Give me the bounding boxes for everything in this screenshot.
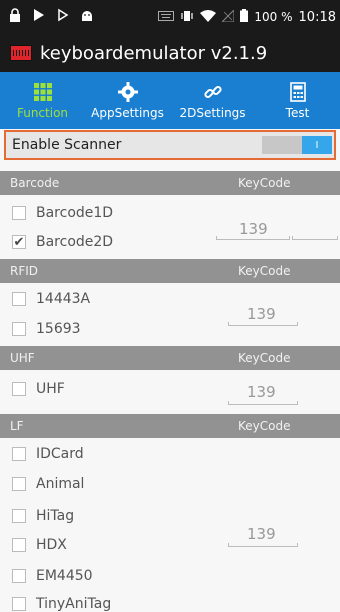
battery-icon (240, 9, 249, 25)
toggle-thumb: I (302, 136, 332, 154)
checkbox-box (12, 538, 26, 552)
uhf-section-header: UHF KeyCode (0, 346, 340, 370)
checkbox-box (12, 597, 26, 611)
lf-keycode-value: 139 (247, 525, 276, 543)
app-title: keyboardemulator v2.1.9 (40, 42, 268, 64)
tab-test[interactable]: Test (255, 72, 340, 129)
clock: 10:18 (298, 9, 336, 25)
lf-keycode-label: KeyCode (238, 419, 291, 433)
tab-function-label: Function (16, 105, 69, 120)
enable-scanner-row: Enable Scanner I (4, 130, 336, 160)
uhf-section-title: UHF (10, 351, 35, 365)
lock-icon (8, 8, 22, 26)
barcode-section-header: Barcode KeyCode (0, 171, 340, 195)
checkbox-box (12, 322, 26, 336)
barcode2d-checkbox[interactable]: ✔ Barcode2D (12, 234, 113, 250)
rfid-14443a-label: 14443A (36, 291, 91, 307)
barcode-section-title: Barcode (10, 176, 60, 190)
wifi-icon (200, 9, 217, 25)
barcode1d-label: Barcode1D (36, 205, 114, 221)
lf-idcard-label: IDCard (36, 446, 84, 462)
rfid-15693-checkbox[interactable]: 15693 (12, 321, 81, 337)
checkmark-icon: ✔ (12, 234, 26, 250)
barcode-keycode-input[interactable] (216, 236, 290, 240)
rfid-14443a-checkbox[interactable]: 14443A (12, 291, 90, 307)
vibrate-icon (180, 10, 194, 25)
link-icon (203, 82, 223, 102)
lf-idcard-checkbox[interactable]: IDCard (12, 446, 84, 462)
status-icons-right: 100 % 10:18 (158, 8, 340, 25)
lf-hdx-checkbox[interactable]: HDX (12, 537, 67, 553)
checkbox-box (12, 477, 26, 491)
checkbox-box (12, 509, 26, 523)
app-bar: keyboardemulator v2.1.9 (0, 34, 340, 72)
lf-em4450-label: EM4450 (36, 568, 93, 584)
lf-tinyanitag-label: TinyAniTag (36, 596, 112, 612)
barcode-keycode-input-2[interactable] (292, 236, 338, 240)
rfid-section-title: RFID (10, 264, 39, 278)
play-store-icon (32, 8, 46, 26)
lf-hitag-label: HiTag (36, 508, 75, 524)
barcode-logo-icon (10, 45, 32, 61)
uhf-checkbox[interactable]: UHF (12, 381, 65, 397)
lf-em4450-checkbox[interactable]: EM4450 (12, 568, 93, 584)
lf-tinyanitag-checkbox[interactable]: TinyAniTag (12, 596, 111, 612)
uhf-label: UHF (36, 381, 65, 397)
checkbox-box (12, 382, 26, 396)
uhf-keycode-input[interactable] (228, 401, 298, 405)
lf-keycode-input[interactable] (228, 543, 298, 547)
rfid-keycode-value: 139 (247, 305, 276, 323)
enable-scanner-toggle[interactable]: I (262, 136, 332, 154)
uhf-keycode-value: 139 (247, 383, 276, 401)
tab-appsettings-label: AppSettings (91, 105, 164, 120)
status-icons-left (0, 8, 94, 26)
checkbox-box (12, 292, 26, 306)
lf-animal-label: Animal (36, 476, 85, 492)
lf-animal-checkbox[interactable]: Animal (12, 476, 84, 492)
signal-icon (221, 8, 235, 25)
android-icon (80, 8, 94, 26)
checkbox-box (12, 447, 26, 461)
tab-2dsettings-label: 2DSettings (179, 105, 246, 120)
barcode1d-checkbox[interactable]: Barcode1D (12, 205, 113, 221)
play-icon (56, 8, 70, 26)
rfid-section-header: RFID KeyCode (0, 259, 340, 283)
tab-test-label: Test (285, 105, 310, 120)
checkbox-box (12, 206, 26, 220)
lf-section-header: LF KeyCode (0, 414, 340, 438)
lf-hdx-label: HDX (36, 537, 67, 553)
tab-appsettings[interactable]: AppSettings (85, 72, 170, 129)
calculator-icon (288, 81, 308, 102)
status-bar: 100 % 10:18 (0, 0, 340, 34)
battery-percent: 100 % (254, 10, 293, 24)
barcode2d-label: Barcode2D (36, 234, 114, 250)
barcode-keycode-label: KeyCode (238, 176, 291, 190)
enable-scanner-label: Enable Scanner (12, 137, 122, 153)
keyboard-icon (158, 10, 175, 24)
rfid-keycode-input[interactable] (228, 322, 298, 326)
tab-2dsettings[interactable]: 2DSettings (170, 72, 255, 129)
checkbox-box (12, 569, 26, 583)
rfid-15693-label: 15693 (36, 321, 81, 337)
gear-icon (117, 81, 138, 102)
lf-hitag-checkbox[interactable]: HiTag (12, 508, 74, 524)
grid-icon (33, 82, 53, 102)
uhf-keycode-label: KeyCode (238, 351, 291, 365)
lf-section-title: LF (10, 419, 24, 433)
rfid-keycode-label: KeyCode (238, 264, 291, 278)
tab-function[interactable]: Function (0, 72, 85, 129)
tab-bar: Function AppSettings 2DSettings Test (0, 72, 340, 129)
